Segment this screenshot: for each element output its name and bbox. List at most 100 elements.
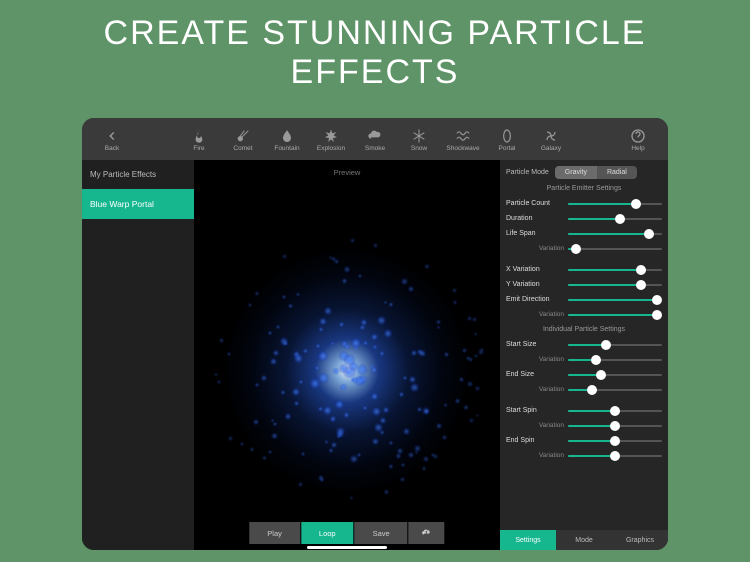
slider-thumb[interactable] [615, 214, 625, 224]
slider-thumb[interactable] [636, 265, 646, 275]
slider-start-size-var[interactable]: Variation [506, 352, 662, 367]
slider-end-spin[interactable]: End Spin [506, 433, 662, 448]
save-button[interactable]: Save [355, 522, 408, 544]
slider-track[interactable] [568, 374, 662, 376]
slider-emit-direction[interactable]: Emit Direction [506, 292, 662, 307]
slider-track[interactable] [568, 389, 662, 391]
particle-visualization [194, 177, 500, 550]
cloud-upload-button[interactable] [409, 522, 445, 544]
preset-comet[interactable]: Comet [221, 119, 265, 159]
slider-particle-count[interactable]: Particle Count [506, 196, 662, 211]
top-toolbar: Back Fire Comet Fountain Explosion Smoke… [82, 118, 668, 160]
slider-thumb[interactable] [610, 436, 620, 446]
individual-section-title: Individual Particle Settings [506, 326, 662, 333]
preset-fountain[interactable]: Fountain [265, 119, 309, 159]
slider-thumb[interactable] [601, 340, 611, 350]
slider-track[interactable] [568, 359, 662, 361]
slider-label: Variation [528, 311, 564, 318]
slider-start-spin[interactable]: Start Spin [506, 403, 662, 418]
help-button[interactable]: Help [616, 119, 660, 159]
slider-label: End Size [506, 371, 564, 378]
slider-track[interactable] [568, 218, 662, 220]
slider-thumb[interactable] [652, 310, 662, 320]
loop-button[interactable]: Loop [301, 522, 354, 544]
slider-thumb[interactable] [652, 295, 662, 305]
mode-radial-button[interactable]: Radial [597, 166, 637, 179]
snowflake-icon [410, 127, 428, 145]
preset-shockwave[interactable]: Shockwave [441, 119, 485, 159]
back-button[interactable]: Back [90, 119, 134, 159]
play-button[interactable]: Play [249, 522, 300, 544]
preset-galaxy[interactable]: Galaxy [529, 119, 573, 159]
preset-smoke[interactable]: Smoke [353, 119, 397, 159]
slider-thumb[interactable] [610, 451, 620, 461]
slider-duration[interactable]: Duration [506, 211, 662, 226]
slider-start-size[interactable]: Start Size [506, 337, 662, 352]
sidebar-item-effect[interactable]: Blue Warp Portal [82, 189, 194, 219]
cloud-upload-icon [421, 527, 433, 539]
slider-track[interactable] [568, 410, 662, 412]
slider-end-spin-var[interactable]: Variation [506, 448, 662, 463]
slider-thumb[interactable] [636, 280, 646, 290]
slider-track[interactable] [568, 284, 662, 286]
comet-icon [234, 127, 252, 145]
slider-track[interactable] [568, 344, 662, 346]
slider-track[interactable] [568, 248, 662, 250]
slider-thumb[interactable] [591, 355, 601, 365]
slider-emit-dir-var[interactable]: Variation [506, 307, 662, 322]
preset-portal[interactable]: Portal [485, 119, 529, 159]
slider-track[interactable] [568, 455, 662, 457]
slider-label: Variation [528, 422, 564, 429]
preset-explosion[interactable]: Explosion [309, 119, 353, 159]
tab-mode[interactable]: Mode [556, 530, 612, 550]
slider-label: Duration [506, 215, 564, 222]
spiral-icon [542, 127, 560, 145]
slider-start-spin-var[interactable]: Variation [506, 418, 662, 433]
wave-icon [454, 127, 472, 145]
burst-icon [322, 127, 340, 145]
mode-segmented-control: Gravity Radial [555, 166, 637, 179]
slider-track[interactable] [568, 440, 662, 442]
question-icon [629, 127, 647, 145]
tab-graphics[interactable]: Graphics [612, 530, 668, 550]
preset-snow[interactable]: Snow [397, 119, 441, 159]
chevron-left-icon [103, 127, 121, 145]
slider-label: Y Variation [506, 281, 564, 288]
slider-track[interactable] [568, 203, 662, 205]
preview-area: Preview Play Loop Save [194, 160, 500, 550]
slider-label: X Variation [506, 266, 564, 273]
mode-gravity-button[interactable]: Gravity [555, 166, 597, 179]
slider-track[interactable] [568, 233, 662, 235]
slider-thumb[interactable] [644, 229, 654, 239]
particle-canvas[interactable] [194, 177, 500, 550]
slider-track[interactable] [568, 425, 662, 427]
particle-mode-label: Particle Mode [506, 169, 549, 176]
preset-fire[interactable]: Fire [177, 119, 221, 159]
sidebar-title: My Particle Effects [82, 160, 194, 189]
slider-thumb[interactable] [610, 421, 620, 431]
slider-life-span[interactable]: Life Span [506, 226, 662, 241]
marketing-heading-l1: CREATE STUNNING PARTICLE [0, 14, 750, 53]
slider-life-span-var[interactable]: Variation [506, 241, 662, 256]
slider-thumb[interactable] [596, 370, 606, 380]
slider-thumb[interactable] [631, 199, 641, 209]
slider-label: Particle Count [506, 200, 564, 207]
slider-x-variation[interactable]: X Variation [506, 262, 662, 277]
slider-thumb[interactable] [610, 406, 620, 416]
slider-label: Emit Direction [506, 296, 564, 303]
slider-label: Life Span [506, 230, 564, 237]
slider-y-variation[interactable]: Y Variation [506, 277, 662, 292]
slider-track[interactable] [568, 269, 662, 271]
slider-end-size-var[interactable]: Variation [506, 382, 662, 397]
slider-thumb[interactable] [571, 244, 581, 254]
slider-label: Variation [528, 452, 564, 459]
slider-thumb[interactable] [587, 385, 597, 395]
slider-end-size[interactable]: End Size [506, 367, 662, 382]
slider-track[interactable] [568, 299, 662, 301]
settings-panel: Particle Mode Gravity Radial Particle Em… [500, 160, 668, 550]
emitter-section-title: Particle Emitter Settings [506, 185, 662, 192]
slider-track[interactable] [568, 314, 662, 316]
droplet-icon [278, 127, 296, 145]
tab-settings[interactable]: Settings [500, 530, 556, 550]
marketing-heading: CREATE STUNNING PARTICLE EFFECTS [0, 0, 750, 102]
